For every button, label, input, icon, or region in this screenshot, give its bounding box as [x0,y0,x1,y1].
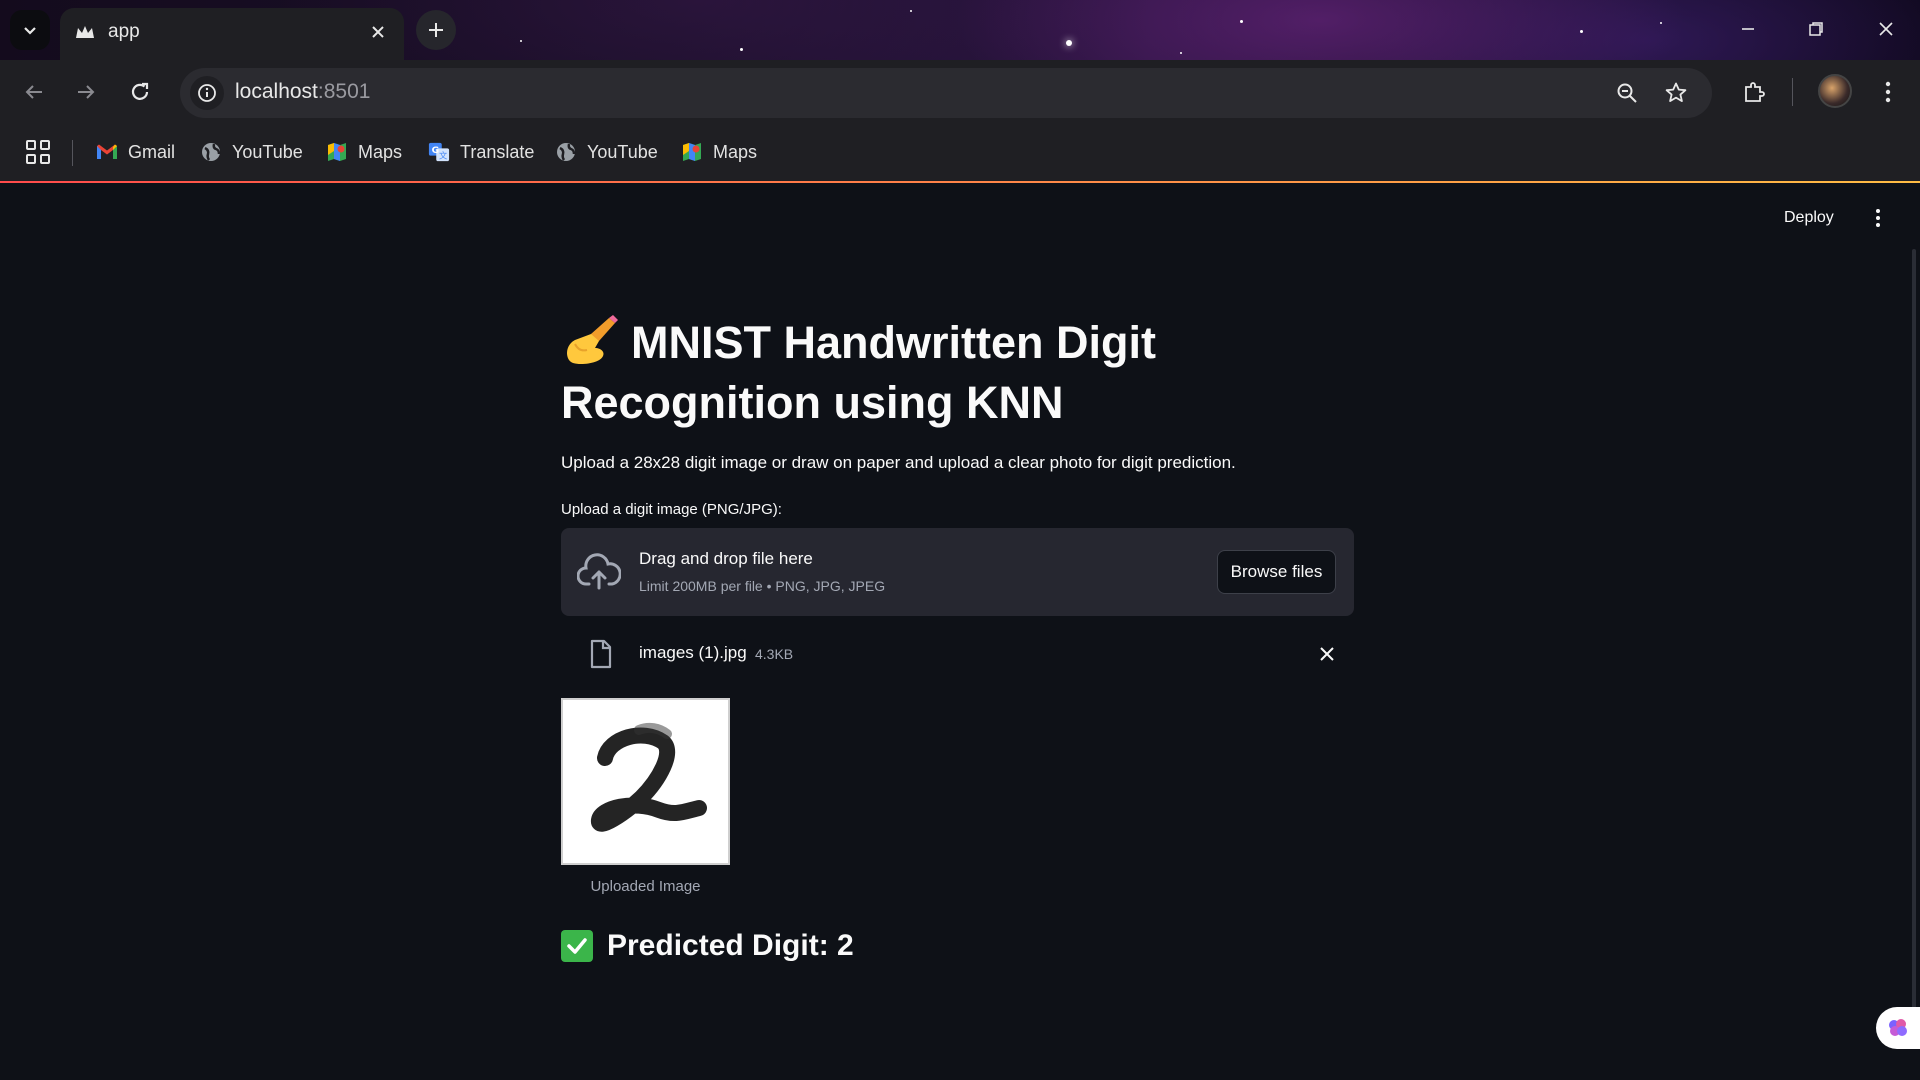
file-uploader-label: Upload a digit image (PNG/JPG): [561,501,782,518]
bookmark-maps[interactable]: Maps [326,134,402,170]
bookmarks-divider [72,140,73,166]
tab-close-button[interactable] [366,20,390,44]
url-port: :8501 [317,80,371,103]
minimize-button[interactable] [1714,0,1782,58]
forward-button[interactable] [64,70,108,114]
browser-tab[interactable]: app [60,8,404,60]
bookmark-maps-2[interactable]: Maps [681,134,757,170]
floating-extension-button[interactable] [1876,1007,1920,1049]
streamlit-app: Deploy MNIST Handwritten Digit Recogniti… [0,183,1920,1080]
close-icon [1879,22,1893,36]
maps-icon [681,141,703,163]
puzzle-icon [1745,82,1765,102]
browser-chrome: app localhost:8501 Gmail YouTube Maps G … [0,0,1920,183]
page-title: MNIST Handwritten Digit Recognition usin… [561,313,1354,433]
info-icon [198,84,216,102]
uploaded-file-row: images (1).jpg 4.3KB [561,629,1354,679]
uploaded-file-size: 4.3KB [755,646,794,662]
arrow-left-icon [25,85,42,99]
svg-text:G: G [432,145,440,156]
restore-icon [1809,22,1823,36]
streamlit-crown-icon [76,26,94,38]
page-title-text: MNIST Handwritten Digit Recognition usin… [561,317,1156,428]
cloud-upload-icon [577,553,621,590]
browser-menu-button[interactable] [1866,70,1910,114]
new-tab-button[interactable] [416,10,456,50]
page-description: Upload a 28x28 digit image or draw on pa… [561,453,1236,472]
translate-icon: G文 [428,141,450,163]
close-window-button[interactable] [1852,0,1920,58]
uploaded-digit-image [561,698,730,865]
reload-icon [131,82,149,100]
site-info-button[interactable] [190,76,224,110]
file-dropzone[interactable]: Drag and drop file here Limit 200MB per … [561,528,1354,616]
bookmark-label: YouTube [232,141,303,162]
bookmark-gmail[interactable]: Gmail [96,134,175,170]
plus-icon [429,23,443,37]
bookmark-label: YouTube [587,141,658,162]
prediction-text: Predicted Digit: 2 [607,929,854,962]
image-caption: Uploaded Image [590,878,701,895]
check-mark-icon [561,930,593,962]
arrow-right-icon [78,85,95,99]
bookmark-label: Translate [460,141,535,162]
chevron-down-icon [24,27,36,35]
toolbar-divider [1792,78,1793,106]
globe-icon [555,141,577,163]
bookmark-label: Maps [358,141,403,162]
app-main-menu-button[interactable] [1868,205,1888,231]
deploy-button[interactable]: Deploy [1784,209,1834,227]
uploaded-file-name: images (1).jpg [639,643,747,662]
bookmark-youtube-2[interactable]: YouTube [555,134,658,170]
bookmark-translate[interactable]: G文 Translate [428,134,534,170]
close-icon [372,26,384,38]
bookmarks-bar: Gmail YouTube Maps G文 Translate YouTube [0,124,1920,182]
bookmark-youtube[interactable]: YouTube [200,134,303,170]
back-button[interactable] [12,70,56,114]
url-text: localhost:8501 [235,80,370,104]
brain-icon [1889,1019,1907,1036]
remove-file-button[interactable] [1314,641,1340,667]
svg-text:文: 文 [439,150,447,160]
restore-button[interactable] [1782,0,1850,58]
extensions-button[interactable] [1732,70,1776,114]
bookmark-label: Maps [713,141,758,162]
browser-toolbar: localhost:8501 [0,60,1920,124]
zoom-out-icon [1617,83,1637,103]
writing-hand-icon [567,315,618,364]
scrollbar[interactable] [1912,249,1916,1039]
tab-title: app [108,21,140,42]
address-bar[interactable]: localhost:8501 [180,68,1712,118]
browse-files-button[interactable]: Browse files [1217,550,1336,594]
close-icon [1320,647,1334,661]
more-vertical-icon [1885,81,1891,103]
globe-icon [200,141,222,163]
minimize-icon [1742,28,1754,30]
dropzone-limit-text: Limit 200MB per file • PNG, JPG, JPEG [639,578,886,594]
apps-grid-icon[interactable] [24,138,52,166]
prediction-result: Predicted Digit: 2 [561,929,854,963]
dropzone-title: Drag and drop file here [639,549,813,568]
profile-avatar[interactable] [1818,74,1852,108]
bookmark-label: Gmail [128,141,176,162]
reload-button[interactable] [118,70,162,114]
bookmark-star-button[interactable] [1661,78,1691,108]
tab-search-button[interactable] [10,10,50,50]
zoom-button[interactable] [1612,78,1642,108]
file-icon [590,639,612,669]
gmail-icon [96,141,118,163]
url-host: localhost [235,80,318,103]
tab-strip: app [0,0,1920,60]
star-icon [1665,82,1687,102]
handwritten-digit-image [591,722,707,832]
maps-icon [326,141,348,163]
